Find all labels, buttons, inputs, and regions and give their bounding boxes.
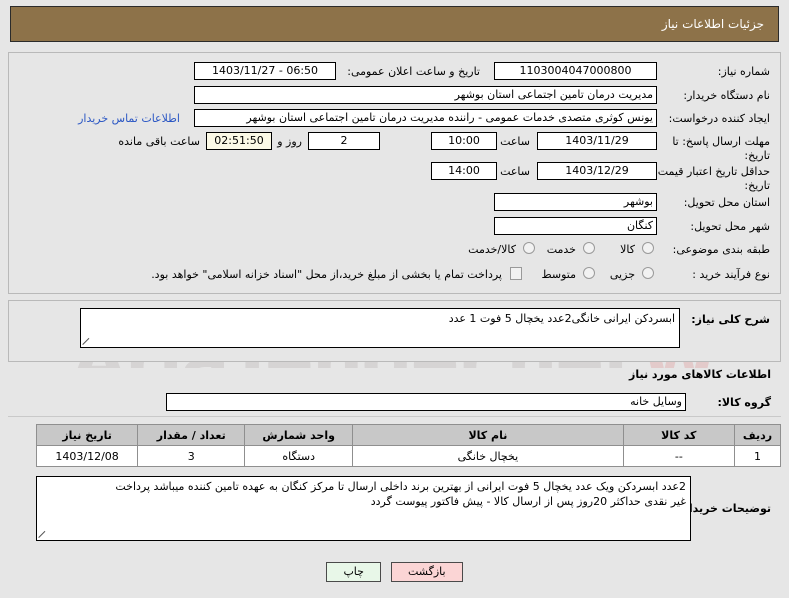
footer-actions: بازگشت چاپ — [0, 558, 789, 586]
cell-code: -- — [622, 445, 735, 467]
col-date: تاریخ نیاز — [35, 424, 139, 446]
announce-datetime-field[interactable]: 06:50 - 1403/11/27 — [194, 62, 336, 80]
need-info-panel: شماره نیاز: 1103004047000800 تاریخ و ساع… — [8, 52, 781, 294]
category-label: طبقه بندی موضوعی: — [672, 243, 770, 256]
deadline-hour-label: ساعت — [500, 135, 530, 148]
validity-label-line2: تاریخ: — [744, 179, 770, 192]
cell-date: 1403/12/08 — [35, 445, 139, 467]
cell-row: 1 — [733, 445, 782, 467]
buyer-contact-link[interactable]: اطلاعات تماس خریدار — [78, 112, 180, 125]
creator-field[interactable]: یونس کوثری متصدی خدمات عمومی - راننده مد… — [194, 109, 657, 127]
city-label: شهر محل تحویل: — [690, 220, 770, 233]
process-option-jozyi: جزیی — [609, 268, 635, 281]
announce-datetime-label: تاریخ و ساعت اعلان عمومی: — [347, 65, 480, 78]
description-value: ابسردکن ایرانی خانگی2عدد یخچال 5 فوت 1 ع… — [448, 312, 675, 325]
print-button[interactable]: چاپ — [326, 562, 381, 582]
col-name: نام کالا — [352, 424, 624, 446]
notes-label: توضیحات خریدار: — [678, 502, 771, 515]
category-radio-kala[interactable] — [642, 242, 654, 254]
deadline-label-line2: تاریخ: — [744, 149, 770, 162]
validity-hour-field[interactable]: 14:00 — [431, 162, 497, 180]
validity-label-line1: حداقل تاریخ اعتبار قیمت: تا — [644, 165, 770, 178]
category-option-kala-khedmat: کالا/خدمت — [468, 243, 516, 256]
general-description-panel: شرح کلی نیاز: ابسردکن ایرانی خانگی2عدد ی… — [8, 300, 781, 362]
treasury-note-checkbox[interactable] — [510, 267, 522, 280]
remaining-days-label: روز و — [277, 135, 302, 148]
cell-name: یخچال خانگی — [352, 445, 624, 467]
deadline-date-field[interactable]: 1403/11/29 — [537, 132, 657, 150]
col-unit: واحد شمارش — [244, 424, 354, 446]
goods-panel: اطلاعات کالاهای مورد نیاز گروه کالا: وسا… — [8, 368, 782, 470]
notes-line-2: غیر نقدی حداکثر 20روز پس از ارسال کالا -… — [370, 495, 686, 508]
goods-section-title: اطلاعات کالاهای مورد نیاز — [629, 368, 771, 381]
need-number-field[interactable]: 1103004047000800 — [494, 62, 657, 80]
process-radio-motevaset[interactable] — [583, 267, 595, 279]
category-radio-khedmat[interactable] — [583, 242, 595, 254]
category-radio-kala-khedmat[interactable] — [523, 242, 535, 254]
col-code: کد کالا — [622, 424, 735, 446]
notes-textarea[interactable]: 2عدد ابسردکن ویک عدد یخچال 5 فوت ایرانی … — [36, 476, 691, 541]
remaining-time-field: 02:51:50 — [206, 132, 272, 150]
cell-quantity: 3 — [137, 445, 246, 467]
need-number-label: شماره نیاز: — [717, 65, 770, 78]
back-button[interactable]: بازگشت — [390, 562, 463, 582]
process-radio-jozyi[interactable] — [642, 267, 654, 279]
col-quantity: تعداد / مقدار — [137, 424, 246, 446]
goods-group-field[interactable]: وسایل خانه — [166, 393, 686, 411]
category-option-kala: کالا — [620, 243, 635, 256]
goods-table: ردیف کد کالا نام کالا واحد شمارش تعداد /… — [35, 424, 782, 467]
deadline-label-line1: مهلت ارسال پاسخ: تا — [672, 135, 770, 148]
goods-divider — [8, 416, 781, 417]
validity-hour-label: ساعت — [500, 165, 530, 178]
validity-date-field[interactable]: 1403/12/29 — [537, 162, 657, 180]
process-option-motevaset: متوسط — [541, 268, 576, 281]
buyer-notes-panel: توضیحات خریدار: 2عدد ابسردکن ویک عدد یخچ… — [8, 474, 781, 550]
resize-grip-icon[interactable] — [38, 529, 48, 539]
description-textarea[interactable]: ابسردکن ایرانی خانگی2عدد یخچال 5 فوت 1 ع… — [80, 308, 680, 348]
remaining-days-field[interactable]: 2 — [308, 132, 380, 150]
remaining-time-suffix: ساعت باقی مانده — [118, 135, 200, 148]
category-option-khedmat: خدمت — [546, 243, 576, 256]
buyer-org-field[interactable]: مدیریت درمان تامین اجتماعی استان بوشهر — [194, 86, 657, 104]
goods-table-header-row: ردیف کد کالا نام کالا واحد شمارش تعداد /… — [35, 424, 782, 446]
resize-grip-icon[interactable] — [82, 336, 92, 346]
goods-group-label: گروه کالا: — [717, 396, 771, 409]
process-label: نوع فرآیند خرید : — [692, 268, 770, 281]
description-label: شرح کلی نیاز: — [691, 313, 770, 326]
cell-unit: دستگاه — [244, 445, 354, 467]
col-row: ردیف — [733, 424, 782, 446]
city-field[interactable]: کنگان — [494, 217, 657, 235]
buyer-org-label: نام دستگاه خریدار: — [683, 89, 770, 102]
page-header: جزئیات اطلاعات نیاز — [10, 6, 779, 42]
province-label: استان محل تحویل: — [683, 196, 770, 209]
treasury-note-text: پرداخت تمام یا بخشی از مبلغ خرید،از محل … — [151, 268, 502, 281]
deadline-hour-field[interactable]: 10:00 — [431, 132, 497, 150]
notes-line-1: 2عدد ابسردکن ویک عدد یخچال 5 فوت ایرانی … — [115, 480, 686, 493]
province-field[interactable]: بوشهر — [494, 193, 657, 211]
page-title: جزئیات اطلاعات نیاز — [661, 17, 764, 31]
creator-label: ایجاد کننده درخواست: — [668, 112, 770, 125]
table-row[interactable]: 1 -- یخچال خانگی دستگاه 3 1403/12/08 — [35, 445, 782, 467]
